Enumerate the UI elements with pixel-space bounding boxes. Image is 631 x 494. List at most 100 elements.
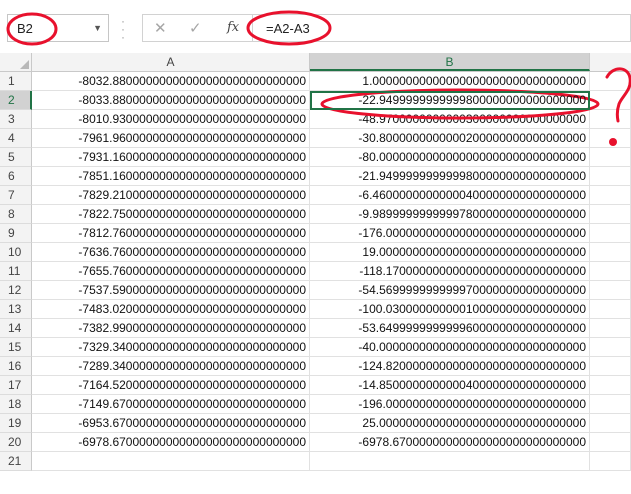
formula-input[interactable]: =A2-A3 xyxy=(252,14,631,42)
cell-c[interactable] xyxy=(590,357,631,376)
cell-a[interactable]: -7537.59000000000000000000000000000 xyxy=(32,281,310,300)
row-header[interactable]: 17 xyxy=(0,376,32,395)
cell-c[interactable] xyxy=(590,376,631,395)
cancel-icon[interactable]: ✕ xyxy=(154,19,167,37)
cell-a[interactable]: -7636.76000000000000000000000000000 xyxy=(32,243,310,262)
cell-b[interactable]: 1.00000000000000000000000000000000 xyxy=(310,72,590,91)
cell-a[interactable]: -7822.75000000000000000000000000000 xyxy=(32,205,310,224)
cell-a[interactable]: -7483.02000000000000000000000000000 xyxy=(32,300,310,319)
row-header[interactable]: 9 xyxy=(0,224,32,243)
table-row: 17 -7164.52000000000000000000000000000 -14… xyxy=(0,376,631,395)
cell-b[interactable]: -30.8000000000000200000000000000000 xyxy=(310,129,590,148)
row-header[interactable]: 13 xyxy=(0,300,32,319)
cell-c[interactable] xyxy=(590,205,631,224)
cell-b[interactable]: -9.98999999999997800000000000000000 xyxy=(310,205,590,224)
cell-c[interactable] xyxy=(590,91,631,110)
name-box[interactable]: B2 ▼ xyxy=(7,14,109,42)
cell-b[interactable]: -80.0000000000000000000000000000000 xyxy=(310,148,590,167)
table-row: 13 -7483.02000000000000000000000000000 -10… xyxy=(0,300,631,319)
cell-a[interactable]: -7289.34000000000000000000000000000 xyxy=(32,357,310,376)
cell-c[interactable] xyxy=(590,281,631,300)
row-header[interactable]: 18 xyxy=(0,395,32,414)
cell-c[interactable] xyxy=(590,319,631,338)
cell-c[interactable] xyxy=(590,224,631,243)
cell-b[interactable]: -176.000000000000000000000000000000 xyxy=(310,224,590,243)
cell-b[interactable]: -100.030000000000100000000000000000 xyxy=(310,300,590,319)
cell-a[interactable]: -7961.96000000000000000000000000000 xyxy=(32,129,310,148)
row-header[interactable]: 7 xyxy=(0,186,32,205)
cell-c[interactable] xyxy=(590,243,631,262)
cell-a[interactable]: -8033.88000000000000000000000000000 xyxy=(32,91,310,110)
cell-b[interactable]: -6.46000000000000400000000000000000 xyxy=(310,186,590,205)
row-header[interactable]: 4 xyxy=(0,129,32,148)
cell-a[interactable] xyxy=(32,452,310,471)
cell-c[interactable] xyxy=(590,148,631,167)
formula-bar-buttons: ✕ ✓ fx xyxy=(142,14,252,42)
column-header-b[interactable]: B xyxy=(310,53,590,71)
cell-b[interactable]: -54.5699999999999700000000000000000 xyxy=(310,281,590,300)
select-all-button[interactable] xyxy=(0,53,32,71)
cell-c[interactable] xyxy=(590,167,631,186)
row-container: 1 -8032.88000000000000000000000000000 1.00… xyxy=(0,72,631,471)
row-header[interactable]: 19 xyxy=(0,414,32,433)
cell-b[interactable]: -118.170000000000000000000000000000 xyxy=(310,262,590,281)
row-header[interactable]: 14 xyxy=(0,319,32,338)
cell-a[interactable]: -8032.88000000000000000000000000000 xyxy=(32,72,310,91)
insert-function-icon[interactable]: fx xyxy=(227,20,239,35)
column-header-a[interactable]: A xyxy=(32,53,310,71)
cell-a[interactable]: -7329.34000000000000000000000000000 xyxy=(32,338,310,357)
row-header[interactable]: 11 xyxy=(0,262,32,281)
cell-c[interactable] xyxy=(590,338,631,357)
column-header-c[interactable] xyxy=(590,53,631,71)
cell-b[interactable]: -6978.67000000000000000000000000000 xyxy=(310,433,590,452)
cell-b[interactable]: -14.8500000000000400000000000000000 xyxy=(310,376,590,395)
row-header[interactable]: 15 xyxy=(0,338,32,357)
selected-cell-b2[interactable]: -22.9499999999999800000000000000000 xyxy=(310,91,590,110)
cell-b[interactable]: -124.820000000000000000000000000000 xyxy=(310,357,590,376)
cell-c[interactable] xyxy=(590,433,631,452)
cell-b[interactable] xyxy=(310,452,590,471)
cell-a[interactable]: -7655.76000000000000000000000000000 xyxy=(32,262,310,281)
cell-b[interactable]: -40.0000000000000000000000000000000 xyxy=(310,338,590,357)
cell-c[interactable] xyxy=(590,129,631,148)
row-header[interactable]: 3 xyxy=(0,110,32,129)
row-header[interactable]: 5 xyxy=(0,148,32,167)
cell-a[interactable]: -7149.67000000000000000000000000000 xyxy=(32,395,310,414)
row-header[interactable]: 16 xyxy=(0,357,32,376)
cell-c[interactable] xyxy=(590,186,631,205)
cell-b[interactable]: 25.0000000000000000000000000000000 xyxy=(310,414,590,433)
cell-c[interactable] xyxy=(590,110,631,129)
cell-c[interactable] xyxy=(590,414,631,433)
cell-a[interactable]: -7829.21000000000000000000000000000 xyxy=(32,186,310,205)
cell-a[interactable]: -6953.67000000000000000000000000000 xyxy=(32,414,310,433)
cell-b[interactable]: 19.0000000000000000000000000000000 xyxy=(310,243,590,262)
cell-c[interactable] xyxy=(590,300,631,319)
row-header[interactable]: 2 xyxy=(0,91,32,110)
row-header[interactable]: 6 xyxy=(0,167,32,186)
cell-b[interactable]: -48.9700000000000300000000000000000 xyxy=(310,110,590,129)
row-header[interactable]: 1 xyxy=(0,72,32,91)
chevron-down-icon[interactable]: ▼ xyxy=(93,23,102,33)
cell-c[interactable] xyxy=(590,395,631,414)
row-header[interactable]: 12 xyxy=(0,281,32,300)
enter-icon[interactable]: ✓ xyxy=(189,19,202,37)
cell-a[interactable]: -7931.16000000000000000000000000000 xyxy=(32,148,310,167)
cell-a[interactable]: -7164.52000000000000000000000000000 xyxy=(32,376,310,395)
cell-c[interactable] xyxy=(590,452,631,471)
cell-a[interactable]: -7812.76000000000000000000000000000 xyxy=(32,224,310,243)
cell-a[interactable]: -8010.93000000000000000000000000000 xyxy=(32,110,310,129)
cell-a[interactable]: -6978.67000000000000000000000000000 xyxy=(32,433,310,452)
cell-b[interactable]: -21.9499999999999800000000000000000 xyxy=(310,167,590,186)
cell-b[interactable]: -196.000000000000000000000000000000 xyxy=(310,395,590,414)
cell-c[interactable] xyxy=(590,262,631,281)
row-header[interactable]: 10 xyxy=(0,243,32,262)
cell-c[interactable] xyxy=(590,72,631,91)
table-row: 15 -7329.34000000000000000000000000000 -40… xyxy=(0,338,631,357)
cell-a[interactable]: -7851.16000000000000000000000000000 xyxy=(32,167,310,186)
drag-handle-icon[interactable]: · · · xyxy=(121,15,125,43)
cell-a[interactable]: -7382.99000000000000000000000000000 xyxy=(32,319,310,338)
row-header[interactable]: 8 xyxy=(0,205,32,224)
row-header[interactable]: 20 xyxy=(0,433,32,452)
cell-b[interactable]: -53.6499999999999600000000000000000 xyxy=(310,319,590,338)
row-header[interactable]: 21 xyxy=(0,452,32,471)
